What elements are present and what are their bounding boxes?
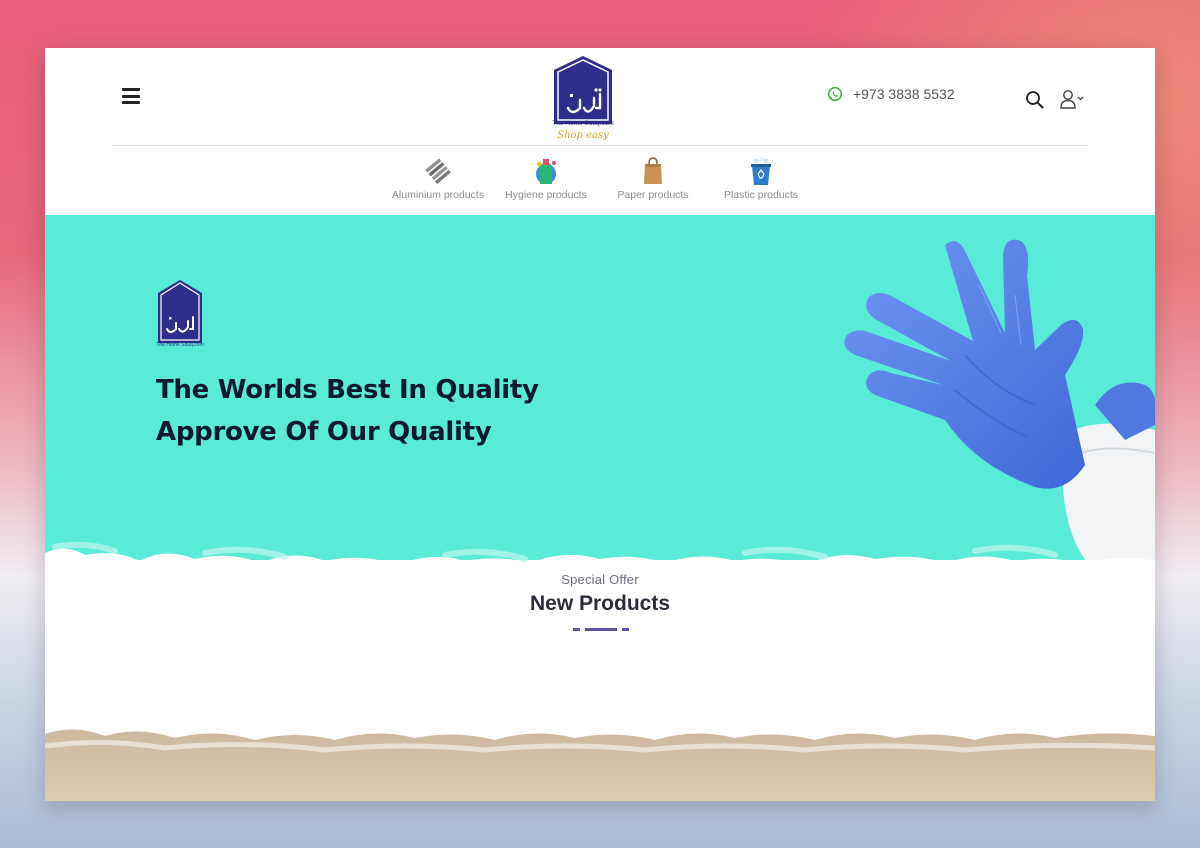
category-label: Plastic products bbox=[723, 189, 799, 201]
logo-house-icon bbox=[554, 56, 612, 124]
user-account-button[interactable] bbox=[1059, 88, 1087, 110]
site-logo[interactable]: The Home Souq.com Shop easy bbox=[550, 54, 616, 144]
phone-number: +973 3838 5532 bbox=[853, 86, 955, 102]
logo-tagline: Shop easy bbox=[557, 130, 609, 141]
logo-brand-line: The Home Souq.com bbox=[552, 120, 614, 127]
hero-headline-line1: The Worlds Best In Quality bbox=[156, 375, 539, 405]
phone-contact[interactable]: +973 3838 5532 bbox=[827, 84, 955, 104]
title-underline bbox=[573, 628, 629, 631]
hamburger-menu-icon[interactable] bbox=[122, 88, 140, 104]
plastic-bin-icon bbox=[751, 157, 771, 185]
beige-torn-band bbox=[45, 729, 1155, 801]
category-paper[interactable]: Paper products bbox=[598, 156, 708, 201]
category-label: Hygiene products bbox=[505, 189, 587, 201]
hero-headline-line2: Approve Of Our Quality bbox=[156, 417, 492, 447]
category-hygiene[interactable]: Hygiene products bbox=[491, 156, 601, 201]
paper-bag-icon bbox=[644, 157, 662, 184]
header-divider bbox=[111, 145, 1088, 146]
category-aluminium[interactable]: Aluminium products bbox=[383, 156, 493, 201]
user-icon bbox=[1060, 90, 1084, 109]
whatsapp-icon bbox=[827, 86, 843, 102]
category-label: Paper products bbox=[617, 189, 689, 201]
section-eyebrow: Special Offer bbox=[561, 572, 639, 587]
category-label: Aluminium products bbox=[391, 189, 485, 201]
hero-logo-brand: The Home Souq.com bbox=[156, 342, 204, 348]
section-title: New Products bbox=[529, 592, 671, 615]
chevron-down-icon bbox=[1077, 96, 1084, 101]
search-icon[interactable] bbox=[1025, 90, 1045, 110]
category-plastic[interactable]: Plastic products bbox=[706, 156, 816, 201]
hygiene-bottle-icon bbox=[536, 159, 556, 184]
aluminium-foil-icon bbox=[425, 158, 451, 184]
website-page: The Home Souq.com Shop easy +973 3838 55… bbox=[45, 48, 1155, 801]
